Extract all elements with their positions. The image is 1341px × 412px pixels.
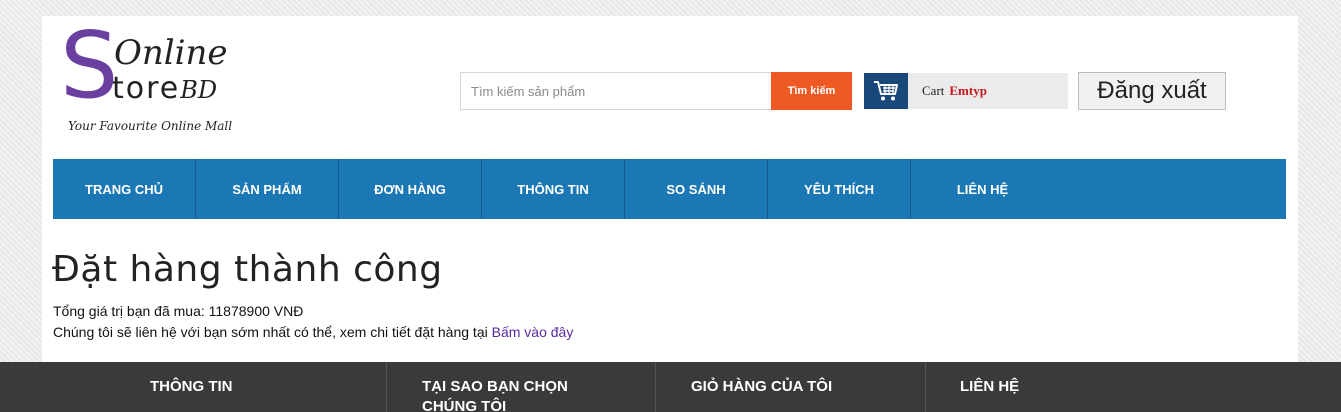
- order-contact-line: Chúng tôi sẽ liên hệ với bạn sớm nhất có…: [53, 324, 573, 340]
- logo-line2-suffix: BD: [180, 76, 218, 104]
- cart-icon-button[interactable]: [864, 73, 908, 109]
- cart-state: Emtyp: [949, 83, 987, 98]
- logo-line2-main: tore: [112, 71, 181, 106]
- nav-item-favorites[interactable]: YÊU THÍCH: [768, 159, 911, 219]
- cart-icon: [874, 81, 898, 101]
- order-contact-text: Chúng tôi sẽ liên hệ với bạn sớm nhất có…: [53, 324, 488, 340]
- logo-tagline: Your Favourite Online Mall: [68, 119, 233, 133]
- nav-item-orders[interactable]: ĐƠN HÀNG: [339, 159, 482, 219]
- cart-summary[interactable]: Cart Emtyp: [908, 73, 1068, 109]
- nav-item-home[interactable]: TRANG CHỦ: [53, 159, 196, 219]
- nav-item-info[interactable]: THÔNG TIN: [482, 159, 625, 219]
- order-total-text: Tổng giá trị bạn đã mua: 11878900 VNĐ: [53, 303, 304, 319]
- order-detail-link[interactable]: Bấm vào đây: [492, 324, 574, 340]
- footer-col-contact[interactable]: LIÊN HỆ: [960, 377, 1019, 397]
- nav-item-products[interactable]: SẢN PHẨM: [196, 159, 339, 219]
- search-input[interactable]: [461, 73, 767, 109]
- footer-col-why-us[interactable]: TẠI SAO BẠN CHỌN CHÚNG TÔI: [422, 377, 622, 412]
- page-title: Đặt hàng thành công: [52, 249, 443, 290]
- nav-item-contact[interactable]: LIÊN HỆ: [911, 159, 1054, 219]
- logo-big-s: S: [60, 12, 119, 119]
- footer-col-info[interactable]: THÔNG TIN: [150, 377, 233, 397]
- footer-divider: [386, 362, 387, 412]
- search-bar: Tìm kiếm: [460, 72, 852, 110]
- footer-divider: [655, 362, 656, 412]
- logo-line1: Online: [114, 33, 228, 73]
- logout-button[interactable]: Đăng xuất: [1078, 72, 1226, 110]
- logo-line2: toreBD: [112, 74, 217, 104]
- footer: THÔNG TIN TẠI SAO BẠN CHỌN CHÚNG TÔI GIỎ…: [0, 362, 1341, 412]
- page-container: S Online toreBD Your Favourite Online Ma…: [42, 16, 1298, 362]
- site-logo[interactable]: S Online toreBD Your Favourite Online Ma…: [60, 20, 320, 142]
- main-nav: TRANG CHỦ SẢN PHẨM ĐƠN HÀNG THÔNG TIN SO…: [53, 159, 1286, 219]
- footer-divider: [925, 362, 926, 412]
- search-button[interactable]: Tìm kiếm: [771, 72, 852, 110]
- footer-col-my-cart[interactable]: GIỎ HÀNG CỦA TÔI: [691, 377, 832, 397]
- cart-label: Cart: [922, 83, 945, 98]
- nav-item-compare[interactable]: SO SÁNH: [625, 159, 768, 219]
